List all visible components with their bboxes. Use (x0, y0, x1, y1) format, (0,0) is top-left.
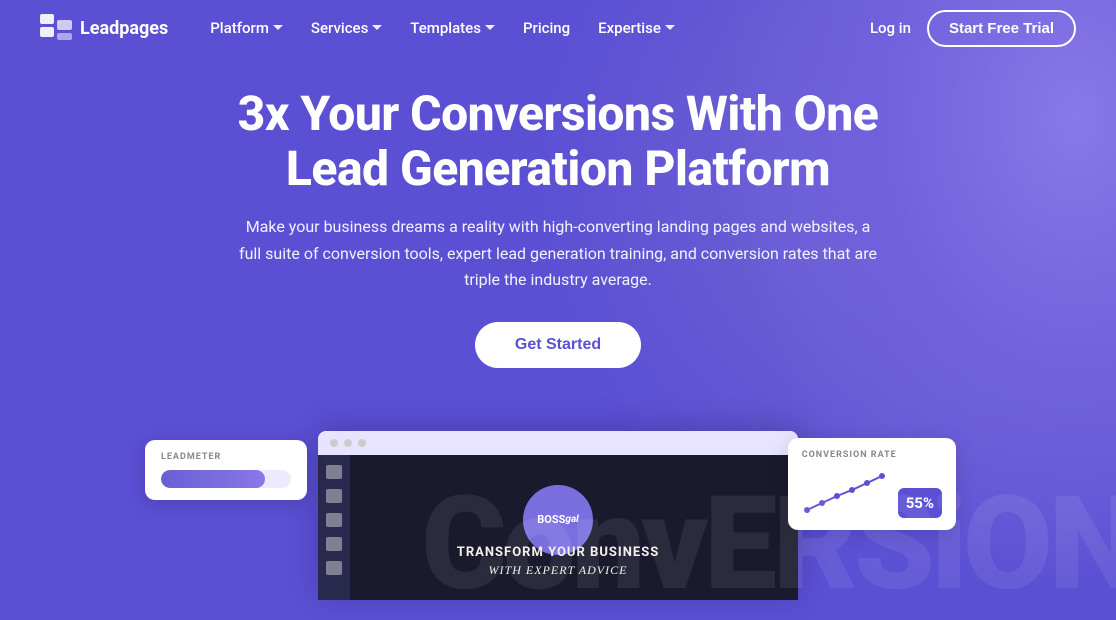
login-button[interactable]: Log in (870, 19, 911, 37)
brand-logo[interactable]: Leadpages (40, 14, 168, 42)
brand-name: Leadpages (80, 18, 168, 39)
hero-subtitle: Make your business dreams a reality with… (238, 214, 878, 293)
nav-platform[interactable]: Platform (198, 11, 295, 45)
sidebar-icon-3 (326, 513, 342, 527)
cta-button[interactable]: Get Started (475, 322, 641, 368)
sidebar-icon-2 (326, 489, 342, 503)
platform-chevron-icon (273, 25, 283, 31)
conversion-percent: 55% (898, 488, 942, 518)
browser-content: BOSS gal TRANSFORM YOUR BUSINESS with EX… (318, 455, 798, 600)
templates-chevron-icon (485, 25, 495, 31)
leadmeter-card: LEADMETER (145, 440, 307, 500)
browser-dot-1 (330, 439, 338, 447)
browser-mockup: BOSS gal TRANSFORM YOUR BUSINESS with EX… (318, 431, 798, 600)
nav-templates[interactable]: Templates (398, 11, 507, 45)
conversion-label: CONVERSION RATE (802, 450, 942, 460)
navbar: Leadpages Platform Services Templates Pr… (0, 0, 1116, 56)
conversion-chart-area: 55% (802, 468, 942, 518)
nav-right: Log in Start Free Trial (870, 10, 1076, 47)
hero-title: 3x Your Conversions With One Lead Genera… (198, 86, 918, 196)
leadmeter-bar (161, 470, 291, 488)
nav-pricing[interactable]: Pricing (511, 11, 582, 45)
mockup-area: BOSS gal TRANSFORM YOUR BUSINESS with EX… (0, 390, 1116, 590)
expertise-chevron-icon (665, 25, 675, 31)
browser-bar (318, 431, 798, 455)
hero-section: 3x Your Conversions With One Lead Genera… (0, 56, 1116, 368)
conversion-chart-svg (802, 468, 892, 518)
nav-links: Platform Services Templates Pricing Expe… (198, 11, 870, 45)
browser-dot-2 (344, 439, 352, 447)
browser-dot-3 (358, 439, 366, 447)
browser-headline: TRANSFORM YOUR BUSINESS with EXPERT ADVI… (318, 544, 798, 580)
services-chevron-icon (372, 25, 382, 31)
logo-icon (40, 14, 72, 42)
leadmeter-fill (161, 470, 265, 488)
trial-button[interactable]: Start Free Trial (927, 10, 1076, 47)
conversion-card: CONVERSION RATE 55% (788, 438, 956, 530)
nav-services[interactable]: Services (299, 11, 394, 45)
leadmeter-label: LEADMETER (161, 452, 291, 462)
sidebar-icon-1 (326, 465, 342, 479)
nav-expertise[interactable]: Expertise (586, 11, 687, 45)
